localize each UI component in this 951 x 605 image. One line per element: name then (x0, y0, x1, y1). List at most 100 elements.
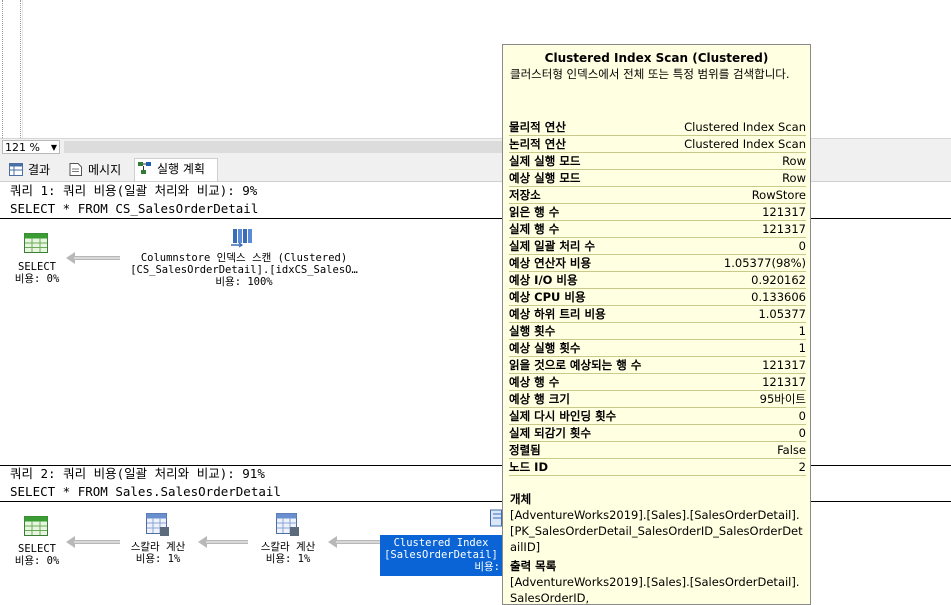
tab-label: 실행 계획 (157, 162, 205, 176)
property-name: 물리적 연산 (509, 120, 566, 134)
property-value: 95바이트 (759, 392, 806, 406)
tooltip-property-row: 읽을 것으로 예상되는 행 수 121317 (509, 357, 806, 374)
op-cost: 비용: 0% (14, 555, 60, 567)
property-value: 1.05377 (758, 307, 806, 321)
query1-flow-arrow (66, 252, 120, 264)
op-name: SELECT (18, 543, 56, 555)
property-name: 예상 행 크기 (509, 392, 570, 406)
tooltip-properties: 물리적 연산 Clustered Index Scan 논리적 연산 Clustere… (509, 119, 806, 476)
query1-sql: SELECT * FROM CS_SalesOrderDetail (10, 201, 259, 216)
tooltip-object-section: 개체 [AdventureWorks2019].[Sales].[SalesOr… (510, 491, 805, 555)
grid-icon (9, 163, 23, 176)
tooltip-property-row: 저장소 RowStore (509, 187, 806, 204)
op-cost: 비용: 100% (215, 276, 273, 288)
property-name: 실제 다시 바인딩 횟수 (509, 409, 617, 423)
query1-header: 쿼리 1: 쿼리 비용(일괄 처리와 비교): 9% (10, 183, 258, 198)
op-name: 스칼라 계산 (130, 541, 186, 553)
query1-select-op[interactable]: SELECT 비용: 0% (10, 261, 64, 285)
query2-select-op[interactable]: SELECT 비용: 0% (10, 543, 64, 567)
query2-header: 쿼리 2: 쿼리 비용(일괄 처리와 비교): 91% (10, 466, 265, 481)
tooltip-property-row: 예상 CPU 비용 0.133606 (509, 289, 806, 306)
clustered-index-scan-icon[interactable] (490, 508, 502, 528)
tab-results[interactable]: 결과 (6, 160, 62, 180)
tooltip-property-row: 실제 되감기 횟수 0 (509, 425, 806, 442)
tooltip-output-section: 출력 목록 [AdventureWorks2019].[Sales].[Sale… (510, 558, 805, 605)
property-name: 실행 횟수 (509, 324, 556, 338)
property-value: RowStore (751, 188, 806, 202)
property-name: 실제 실행 모드 (509, 154, 581, 168)
property-name: 저장소 (509, 188, 541, 202)
query2-clustered-index-scan-op[interactable]: Clustered Index [SalesOrderDetail] 비용: (380, 535, 502, 576)
property-name: 읽은 행 수 (509, 205, 560, 219)
property-value: 121317 (762, 375, 806, 389)
property-name: 노드 ID (509, 460, 548, 474)
tab-label: 결과 (28, 163, 51, 177)
query2-compute-scalar-op-2[interactable]: 스칼라 계산 비용: 1% (248, 541, 328, 565)
op-object: [SalesOrderDetail] (384, 549, 498, 561)
compute-scalar-icon[interactable] (276, 513, 300, 537)
zoom-dropdown[interactable]: 121 % ▼ (2, 140, 60, 154)
tooltip-property-row: 실제 일괄 처리 수 0 (509, 238, 806, 255)
property-value: Clustered Index Scan (684, 120, 806, 134)
property-name: 실제 되감기 횟수 (509, 426, 592, 440)
tooltip-property-row: 논리적 연산 Clustered Index Scan (509, 136, 806, 153)
editor-guide-line (2, 0, 4, 138)
tooltip-property-row: 예상 실행 횟수 1 (509, 340, 806, 357)
query2-flow-arrow (328, 536, 380, 548)
tooltip-property-row: 예상 하위 트리 비용 1.05377 (509, 306, 806, 323)
property-value: False (777, 443, 806, 457)
property-value: Row (782, 154, 806, 168)
op-cost: 비용: 1% (265, 553, 311, 565)
tooltip-property-row: 예상 I/O 비용 0.920162 (509, 272, 806, 289)
property-name: 예상 CPU 비용 (509, 290, 586, 304)
select-icon[interactable] (24, 516, 48, 536)
property-name: 예상 I/O 비용 (509, 273, 578, 287)
chevron-down-icon[interactable]: ▼ (51, 141, 57, 155)
tooltip-object-label: 개체 (510, 492, 532, 506)
op-cost: 비용: (474, 561, 500, 573)
property-value: 1 (798, 324, 806, 338)
tooltip-output-value: [AdventureWorks2019].[Sales].[SalesOrder… (510, 575, 800, 605)
property-name: 논리적 연산 (509, 137, 566, 151)
property-name: 정렬됨 (509, 443, 541, 457)
tab-messages[interactable]: 메시지 (66, 160, 130, 180)
tooltip-property-row: 노드 ID 2 (509, 459, 806, 476)
editor-guide-line (20, 0, 22, 138)
property-name: 실제 행 수 (509, 222, 560, 236)
query2-flow-arrow (66, 536, 120, 548)
compute-scalar-icon[interactable] (146, 513, 170, 537)
tooltip-property-row: 물리적 연산 Clustered Index Scan (509, 119, 806, 136)
op-cost: 비용: 0% (14, 273, 60, 285)
op-cost: 비용: 1% (135, 553, 181, 565)
property-name: 예상 행 수 (509, 375, 560, 389)
property-value: Row (782, 171, 806, 185)
tooltip-property-row: 정렬됨 False (509, 442, 806, 459)
tooltip-object-value: [AdventureWorks2019].[Sales].[SalesOrder… (510, 508, 803, 554)
tooltip-property-row: 실행 횟수 1 (509, 323, 806, 340)
op-object: [CS_SalesOrderDetail].[idxCS_SalesO… (130, 264, 358, 276)
query1-columnstore-scan-op[interactable]: Columnstore 인덱스 스캔 (Clustered) [CS_Sales… (122, 252, 366, 288)
query2-compute-scalar-op-1[interactable]: 스칼라 계산 비용: 1% (118, 541, 198, 565)
columnstore-index-scan-icon[interactable] (230, 226, 256, 248)
property-value: 0 (798, 409, 806, 423)
property-name: 예상 실행 모드 (509, 171, 581, 185)
query2-sql: SELECT * FROM Sales.SalesOrderDetail (10, 484, 281, 499)
tooltip-property-row: 예상 행 수 121317 (509, 374, 806, 391)
execution-plan-icon (138, 162, 151, 174)
property-value: 0 (798, 239, 806, 253)
property-value: 121317 (762, 358, 806, 372)
property-name: 실제 일괄 처리 수 (509, 239, 596, 253)
tooltip-output-label: 출력 목록 (510, 559, 557, 573)
property-name: 예상 하위 트리 비용 (509, 307, 606, 321)
op-name: Columnstore 인덱스 스캔 (Clustered) (140, 252, 348, 264)
tooltip-description: 클러스터형 인덱스에서 전체 또는 특정 범위를 검색합니다. (510, 67, 790, 81)
tooltip-property-row: 실제 다시 바인딩 횟수 0 (509, 408, 806, 425)
property-value: Clustered Index Scan (684, 137, 806, 151)
property-value: 0 (798, 426, 806, 440)
select-icon[interactable] (24, 233, 48, 253)
query2-flow-arrow (198, 536, 248, 548)
tooltip-property-row: 읽은 행 수 121317 (509, 204, 806, 221)
tooltip-property-row: 예상 실행 모드 Row (509, 170, 806, 187)
tab-execution-plan[interactable]: 실행 계획 (134, 158, 218, 181)
editor-gutter (0, 0, 23, 138)
